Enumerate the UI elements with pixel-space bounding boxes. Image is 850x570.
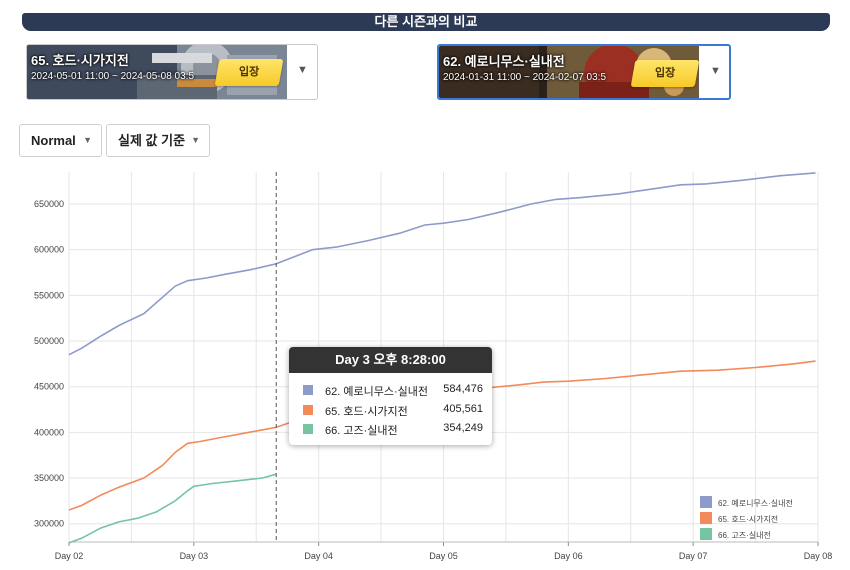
season-card-left[interactable]: 65. 호드·시가지전 2024-05-01 11:00 ~ 2024-05-0… xyxy=(26,44,318,100)
season-title: 65. 호드·시가지전 xyxy=(31,53,129,68)
tooltip-series-name: 62. 예로니무스·실내전 xyxy=(325,386,428,398)
x-tick-label: Day 03 xyxy=(180,551,209,561)
y-tick-label: 500000 xyxy=(34,336,64,346)
series-line xyxy=(68,172,816,356)
tooltip-swatch xyxy=(303,424,313,434)
mode-select[interactable]: Normal ▼ xyxy=(19,124,102,157)
legend-swatch xyxy=(700,512,712,524)
chevron-down-icon[interactable]: ▼ xyxy=(297,64,308,76)
basis-select-value: 실제 값 기준 xyxy=(118,133,186,148)
x-tick-label: Day 04 xyxy=(304,551,333,561)
legend-swatch xyxy=(700,496,712,508)
section-title: 다른 시즌과의 비교 xyxy=(22,13,830,31)
x-tick-label: Day 05 xyxy=(429,551,458,561)
mode-select-value: Normal xyxy=(31,133,76,148)
x-tick-label: Day 02 xyxy=(55,551,84,561)
y-tick-label: 650000 xyxy=(34,199,64,209)
tooltip-row: 62. 예로니무스·실내전 584,476 xyxy=(303,383,483,398)
tooltip-swatch xyxy=(303,385,313,395)
enter-button-label: 입장 xyxy=(654,67,676,79)
series-line xyxy=(68,473,277,544)
y-tick-label: 400000 xyxy=(34,427,64,437)
y-tick-label: 600000 xyxy=(34,245,64,255)
y-tick-label: 350000 xyxy=(34,473,64,483)
chevron-down-icon[interactable]: ▼ xyxy=(710,65,721,77)
season-dates: 2024-05-01 11:00 ~ 2024-05-08 03:5 xyxy=(31,71,195,82)
y-tick-label: 450000 xyxy=(34,382,64,392)
season-card-right[interactable]: 62. 예로니무스·실내전 2024-01-31 11:00 ~ 2024-02… xyxy=(437,44,731,100)
chevron-down-icon: ▼ xyxy=(191,135,200,145)
season-title: 62. 예로니무스·실내전 xyxy=(443,54,565,69)
legend-label: 66. 고즈·실내전 xyxy=(718,531,771,540)
x-tick-label: Day 07 xyxy=(679,551,708,561)
tooltip-row: 65. 호드·시가지전 405,561 xyxy=(303,403,483,418)
enter-button[interactable]: 입장 xyxy=(630,60,700,87)
x-tick-label: Day 08 xyxy=(804,551,833,561)
tooltip-swatch xyxy=(303,405,313,415)
tooltip-row: 66. 고즈·실내전 354,249 xyxy=(303,422,483,437)
tooltip-series-name: 65. 호드·시가지전 xyxy=(325,406,408,418)
y-tick-label: 550000 xyxy=(34,290,64,300)
tooltip-series-value: 584,476 xyxy=(443,383,483,395)
y-tick-label: 300000 xyxy=(34,519,64,529)
legend-swatch xyxy=(700,528,712,540)
tooltip-series-value: 354,249 xyxy=(443,422,483,434)
enter-button[interactable]: 입장 xyxy=(214,59,284,86)
x-tick-label: Day 06 xyxy=(554,551,583,561)
tooltip-series-name: 66. 고즈·실내전 xyxy=(325,425,398,437)
season-dates: 2024-01-31 11:00 ~ 2024-02-07 03:5 xyxy=(443,72,607,83)
chevron-down-icon: ▼ xyxy=(83,135,92,145)
tooltip-title: Day 3 오후 8:28:00 xyxy=(289,347,492,373)
enter-button-label: 입장 xyxy=(238,66,260,78)
legend-label: 65. 호드·시가지전 xyxy=(718,515,779,524)
basis-select[interactable]: 실제 값 기준 ▼ xyxy=(106,124,210,157)
legend-label: 62. 예로니무스·실내전 xyxy=(718,499,793,508)
tooltip-series-value: 405,561 xyxy=(443,403,483,415)
chart-tooltip: Day 3 오후 8:28:00 62. 예로니무스·실내전 584,476 6… xyxy=(289,347,492,445)
